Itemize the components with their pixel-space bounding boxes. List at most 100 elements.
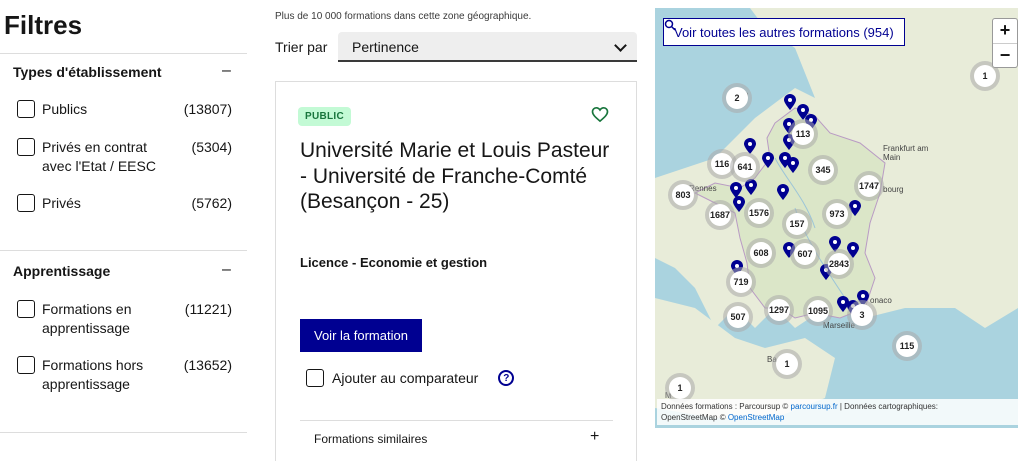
cluster-count: 607 [794,243,816,265]
option-count: (11221) [184,301,232,317]
cluster-count: 2843 [828,253,850,275]
compare-label: Ajouter au comparateur [332,370,479,386]
heart-icon[interactable] [590,104,610,124]
collapse-apprentissage-toggle[interactable]: – [222,261,231,279]
option-label: Formations en apprentissage [42,301,132,336]
attribution-text: OpenStreetMap © [661,413,728,422]
option-count: (13807) [183,101,232,117]
checkbox[interactable] [17,100,35,118]
option-count: (13652) [183,357,232,373]
formation-subtitle: Licence - Economie et gestion [300,255,488,270]
filter-option-hors-apprentissage[interactable]: Formations hors apprentissage (13652) [17,356,232,394]
cluster-count: 157 [786,213,808,235]
map-cluster[interactable]: 608 [746,238,776,268]
cluster-count: 507 [727,306,749,328]
similar-formations-label[interactable]: Formations similaires [314,432,427,446]
map-cluster[interactable]: 1095 [803,296,833,326]
show-all-formations-button[interactable]: Voir toutes les autres formations (954) [663,18,905,46]
map-marker-icon[interactable] [762,152,774,168]
cluster-count: 1095 [807,300,829,322]
zoom-in-button[interactable]: + [993,19,1017,43]
cluster-count: 641 [734,156,756,178]
filter-group-title-apprentissage: Apprentissage [13,263,111,279]
filter-group-title-etablissement: Types d'établissement [13,64,162,80]
map-cluster[interactable]: 1747 [854,171,884,201]
map-cluster[interactable]: 607 [790,239,820,269]
expand-similar-toggle[interactable]: + [590,428,599,446]
cluster-count: 1297 [768,299,790,321]
cluster-count: 345 [812,159,834,181]
results-count-text: Plus de 10 000 formations dans cette zon… [275,11,532,22]
option-count: (5304) [191,139,232,155]
cluster-count: 1747 [858,175,880,197]
sort-select[interactable]: Pertinence [338,32,637,62]
help-icon[interactable]: ? [498,370,515,386]
openstreetmap-link[interactable]: OpenStreetMap [728,413,784,422]
formation-title: Université Marie et Louis Pasteur - Univ… [300,139,610,213]
cluster-count: 973 [826,203,848,225]
cluster-count: 1 [669,377,691,399]
compare-option[interactable]: Ajouter au comparateur ? [306,369,515,387]
divider [0,53,247,54]
map-cluster[interactable]: 1576 [744,198,774,228]
filter-option-apprentissage[interactable]: Formations en apprentissage (11221) [17,300,232,338]
cluster-count: 113 [792,123,814,145]
cluster-count: 2 [726,87,748,109]
map-cluster[interactable]: 803 [668,180,698,210]
checkbox[interactable] [17,138,35,156]
map-cluster[interactable]: 157 [782,209,812,239]
sort-label: Trier par [275,39,328,55]
zoom-out-button[interactable]: − [993,43,1017,67]
map-cluster[interactable]: 641 [730,152,760,182]
filter-option-prives-contrat[interactable]: Privés en contrat avec l'Etat / EESC (53… [17,138,232,176]
map-cluster[interactable]: 2843 [824,249,854,279]
show-all-label: Voir toutes les autres formations (954) [674,24,894,40]
checkbox[interactable] [17,300,35,318]
map-marker-icon[interactable] [777,184,789,200]
option-label: Publics [42,101,88,117]
map-cluster[interactable]: 1297 [764,295,794,325]
cluster-count: 1576 [748,202,770,224]
map-marker-icon[interactable] [784,94,796,110]
cluster-count: 3 [851,304,873,326]
map-cluster[interactable]: 113 [788,119,818,149]
attribution-text: | Données cartographiques: [837,402,939,411]
checkbox[interactable] [17,194,35,212]
checkbox[interactable] [306,369,324,387]
map-cluster[interactable]: 1 [772,349,802,379]
filter-option-prives[interactable]: Privés (5762) [17,194,232,213]
map-cluster[interactable]: 507 [723,302,753,332]
map-cluster[interactable]: 719 [726,267,756,297]
status-badge: PUBLIC [298,107,352,126]
cluster-count: 1 [974,65,996,87]
zoom-control: + − [992,18,1018,68]
sort-value: Pertinence [352,39,419,55]
map-marker-icon[interactable] [787,157,799,173]
collapse-etablissement-toggle[interactable]: – [222,62,231,80]
cluster-count: 803 [672,184,694,206]
cluster-count: 719 [730,271,752,293]
divider [300,420,613,421]
map-cluster[interactable]: 115 [892,331,922,361]
cluster-count: 608 [750,242,772,264]
map-cluster[interactable]: 345 [808,155,838,185]
divider [0,250,247,251]
formation-card: PUBLIC Université Marie et Louis Pasteur… [275,81,637,461]
view-formation-button[interactable]: Voir la formation [300,319,422,352]
option-label: Formations hors apprentissage [42,357,144,392]
cluster-count: 1687 [709,204,731,226]
parcoursup-link[interactable]: parcoursup.fr [791,402,838,411]
filters-title: Filtres [4,10,83,40]
map-cluster[interactable]: 3 [847,300,877,330]
divider [0,432,247,433]
checkbox[interactable] [17,356,35,374]
option-count: (5762) [191,195,232,211]
map-place-label: onaco [870,296,892,305]
map-marker-icon[interactable] [733,196,745,212]
filter-option-publics[interactable]: Publics (13807) [17,100,232,119]
map-cluster[interactable]: 973 [822,199,852,229]
map-cluster[interactable]: 1687 [705,200,735,230]
option-label: Privés en contrat avec l'Etat / EESC [42,139,156,174]
map-cluster[interactable]: 2 [722,83,752,113]
map[interactable]: don Frankfurt am Main Rennes bourg onaco… [655,8,1018,428]
